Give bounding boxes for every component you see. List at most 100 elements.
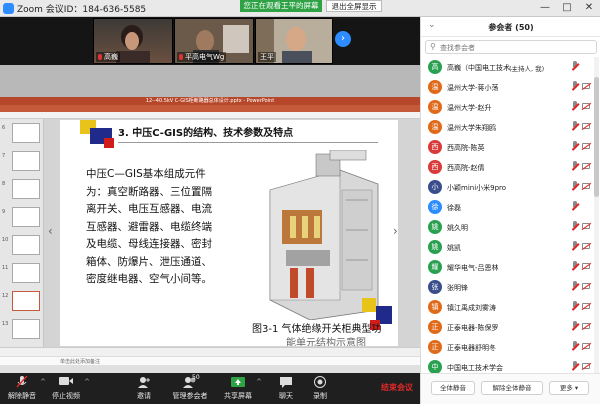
stop-video-button[interactable]: 停止视频 ^ bbox=[46, 375, 90, 403]
more-button[interactable]: 更多 ▾ bbox=[549, 381, 589, 395]
participant-row[interactable]: 张张明锋 bbox=[421, 277, 593, 297]
next-page-icon[interactable]: › bbox=[335, 31, 351, 47]
video-tile-gaowei[interactable]: 高巍 bbox=[93, 18, 173, 64]
muted-mic-icon[interactable] bbox=[571, 301, 580, 312]
participant-row[interactable]: 正正泰电器舒明冬 bbox=[421, 337, 593, 357]
video-off-icon[interactable] bbox=[582, 163, 590, 169]
mute-all-button[interactable]: 全体静音 bbox=[431, 381, 475, 395]
muted-mic-icon[interactable] bbox=[571, 101, 580, 112]
slide-thumbnail[interactable] bbox=[12, 151, 40, 171]
unmute-label: 解除静音 bbox=[8, 392, 36, 400]
participant-row[interactable]: 中中国电工技术学会 bbox=[421, 357, 593, 373]
window-title: Zoom 会议ID：184-636-5585 bbox=[17, 5, 147, 15]
video-off-icon[interactable] bbox=[582, 343, 590, 349]
video-name-pinggao: 平高电气Wg bbox=[185, 53, 225, 61]
muted-mic-icon[interactable] bbox=[571, 161, 580, 172]
avatar: 正 bbox=[428, 340, 442, 354]
ppt-title-bar: 12--40.5kV C-GIS柜断路器总体设计.pptx - PowerPoi… bbox=[0, 97, 420, 105]
notes-bar[interactable]: 单击此处添加备注 bbox=[0, 356, 420, 365]
participant-row[interactable]: 姚姚凯 bbox=[421, 237, 593, 257]
participant-row[interactable]: 正正泰电器-陈保罗 bbox=[421, 317, 593, 337]
body-line: 中压C—GIS基本组成元件 bbox=[86, 168, 206, 180]
muted-mic-icon[interactable] bbox=[571, 361, 580, 372]
slide-next-arrow-icon[interactable]: › bbox=[393, 224, 398, 238]
video-off-icon[interactable] bbox=[582, 183, 590, 189]
slide-thumbnail[interactable] bbox=[12, 319, 40, 339]
muted-mic-icon[interactable] bbox=[571, 321, 580, 332]
participants-icon bbox=[166, 375, 214, 391]
maximize-button[interactable]: □ bbox=[556, 0, 578, 17]
video-off-icon[interactable] bbox=[582, 143, 590, 149]
video-tile-pinggao[interactable]: 平高电气Wg bbox=[174, 18, 254, 64]
participant-row[interactable]: 温温州大学-蒋小荡 bbox=[421, 77, 593, 97]
invite-label: 邀请 bbox=[137, 392, 151, 400]
slide-title: 3. 中压C-GIS的结构、技术参数及特点 bbox=[118, 128, 294, 139]
slide-thumbnail[interactable] bbox=[12, 179, 40, 199]
record-icon bbox=[300, 375, 340, 391]
slide-thumbnail-selected[interactable] bbox=[12, 291, 40, 311]
scrollbar[interactable] bbox=[594, 57, 599, 373]
video-off-icon[interactable] bbox=[582, 303, 590, 309]
participant-row[interactable]: 西西高院-赵倩 bbox=[421, 157, 593, 177]
invite-button[interactable]: 邀请 bbox=[124, 375, 164, 403]
muted-mic-icon[interactable] bbox=[571, 221, 580, 232]
participant-row[interactable]: 温温州大学朱翔鸥 bbox=[421, 117, 593, 137]
muted-mic-icon[interactable] bbox=[571, 201, 580, 212]
scrollbar-thumb[interactable] bbox=[594, 77, 599, 197]
search-box[interactable]: ⚲ bbox=[425, 40, 597, 54]
muted-mic-icon[interactable] bbox=[571, 61, 580, 72]
video-off-icon[interactable] bbox=[582, 263, 590, 269]
manage-participants-button[interactable]: 50 管理参会者 bbox=[166, 374, 214, 403]
avatar: 镇 bbox=[428, 300, 442, 314]
muted-mic-icon[interactable] bbox=[571, 341, 580, 352]
video-off-icon[interactable] bbox=[582, 223, 590, 229]
close-button[interactable]: ✕ bbox=[578, 0, 600, 17]
participant-row[interactable]: 镇镇江禹成刘雾涛 bbox=[421, 297, 593, 317]
video-off-icon[interactable] bbox=[582, 103, 590, 109]
video-off-icon[interactable] bbox=[582, 123, 590, 129]
muted-mic-icon[interactable] bbox=[571, 241, 580, 252]
video-off-icon[interactable] bbox=[582, 83, 590, 89]
muted-mic-icon[interactable] bbox=[571, 281, 580, 292]
exit-fullscreen-button[interactable]: 退出全屏显示 bbox=[326, 0, 382, 12]
participant-name: 西高院-赵倩 bbox=[447, 164, 485, 172]
unmute-button[interactable]: 解除静音 ^ bbox=[2, 375, 46, 403]
slide-thumbnail[interactable] bbox=[12, 123, 40, 143]
unmute-all-button[interactable]: 解除全体静音 bbox=[481, 381, 543, 395]
video-off-icon[interactable] bbox=[582, 283, 590, 289]
video-off-icon[interactable] bbox=[582, 363, 590, 369]
viewing-screen-banner: 您正在观看王平的屏幕 bbox=[240, 0, 322, 12]
muted-mic-icon bbox=[179, 54, 183, 60]
minimize-button[interactable]: — bbox=[534, 0, 556, 17]
participants-panel: ⌄ 参会者 (50) ⚲ 高高巍（中国电工技术...(主持人, 我)温温州大学-… bbox=[420, 17, 600, 404]
chevron-up-icon[interactable]: ^ bbox=[84, 378, 90, 386]
muted-mic-icon[interactable] bbox=[571, 141, 580, 152]
participant-list: 高高巍（中国电工技术... (主持人, 我) 温温州大学-蒋小荡温温州大学-赵升温温… bbox=[421, 57, 593, 373]
slide-thumbnail[interactable] bbox=[12, 263, 40, 283]
slide-thumbnail[interactable] bbox=[12, 235, 40, 255]
video-off-icon[interactable] bbox=[582, 243, 590, 249]
participant-row[interactable]: 西西高院-陈英 bbox=[421, 137, 593, 157]
avatar: 小 bbox=[428, 180, 442, 194]
slide-thumbnail[interactable] bbox=[12, 207, 40, 227]
video-tile-wangping[interactable]: 王平 bbox=[255, 18, 333, 64]
participant-row[interactable]: 徐徐磊 bbox=[421, 197, 593, 217]
participant-row[interactable]: 温温州大学-赵升 bbox=[421, 97, 593, 117]
participant-row[interactable]: 高高巍（中国电工技术... (主持人, 我) bbox=[421, 57, 593, 77]
participant-row[interactable]: 小小颖mini小米9pro bbox=[421, 177, 593, 197]
muted-mic-icon[interactable] bbox=[571, 121, 580, 132]
share-screen-button[interactable]: 共享屏幕 ^ bbox=[218, 375, 262, 403]
record-button[interactable]: 录制 bbox=[300, 375, 340, 403]
muted-mic-icon[interactable] bbox=[571, 81, 580, 92]
muted-mic-icon[interactable] bbox=[571, 181, 580, 192]
chevron-up-icon[interactable]: ^ bbox=[256, 378, 262, 386]
muted-mic-icon[interactable] bbox=[571, 261, 580, 272]
participant-row[interactable]: 姚姚久明 bbox=[421, 217, 593, 237]
video-off-icon[interactable] bbox=[582, 323, 590, 329]
shared-screen: 12--40.5kV C-GIS柜断路器总体设计.pptx - PowerPoi… bbox=[0, 65, 420, 373]
slide-editor: 3. 中压C-GIS的结构、技术参数及特点 中压C—GIS基本组成元件 为：真空… bbox=[44, 119, 420, 347]
search-input[interactable] bbox=[440, 42, 590, 53]
end-meeting-button[interactable]: 结束会议 bbox=[378, 381, 416, 395]
participant-row[interactable]: 耀耀华电气-吕恩林 bbox=[421, 257, 593, 277]
slide-prev-arrow-icon[interactable]: ‹ bbox=[48, 224, 53, 238]
